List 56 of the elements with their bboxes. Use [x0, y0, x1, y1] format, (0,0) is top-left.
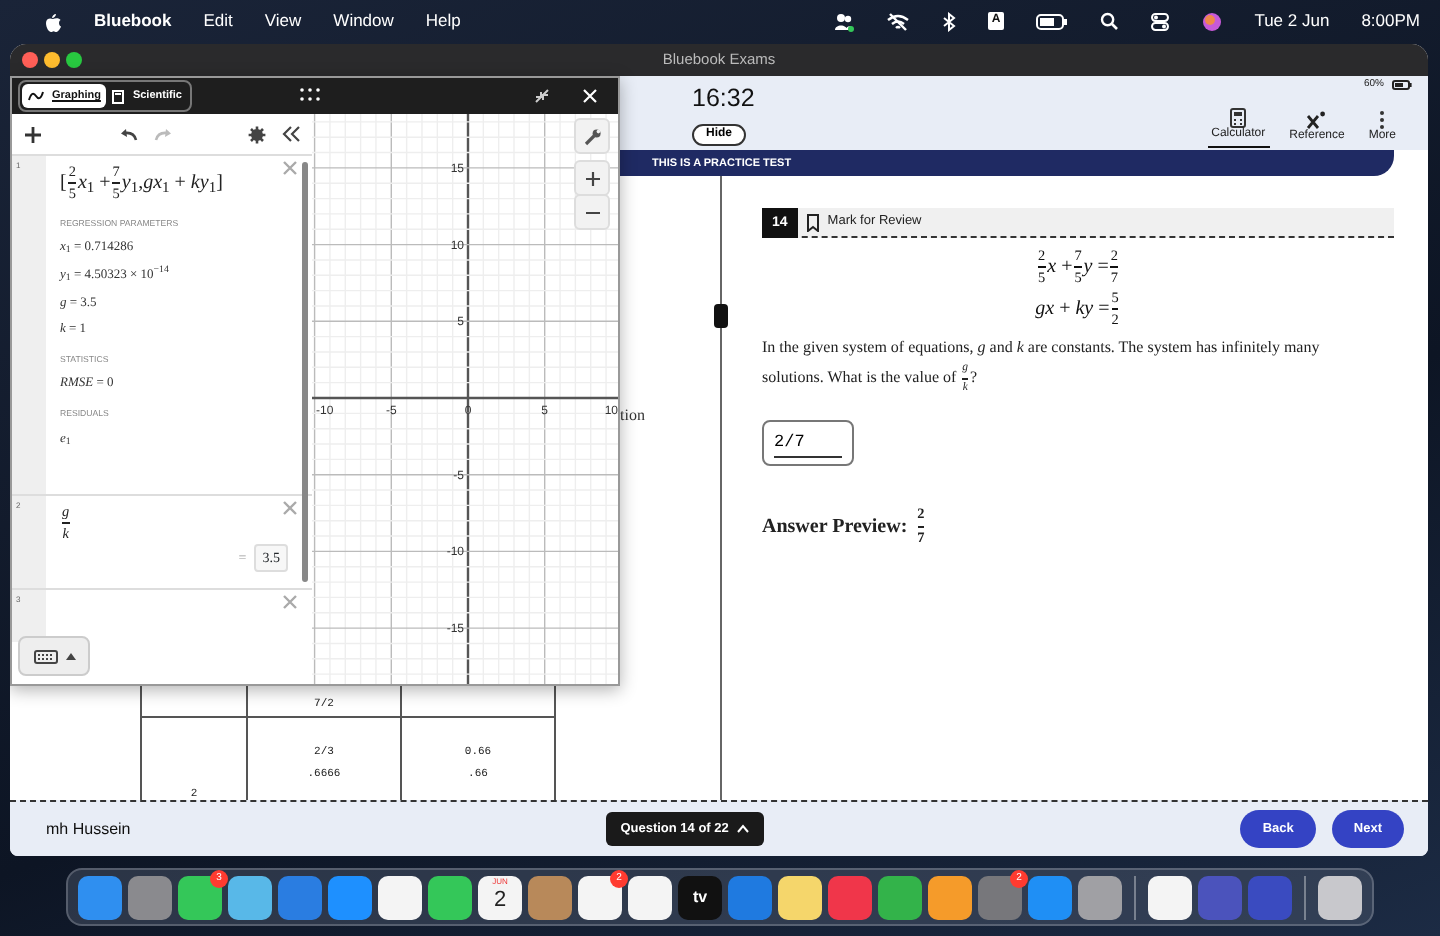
- timer: 16:32: [692, 81, 755, 116]
- zoom-out-button[interactable]: [574, 194, 610, 230]
- menu-bar-clock[interactable]: 8:00PM: [1361, 8, 1420, 34]
- student-name: mh Hussein: [46, 817, 131, 841]
- caret-icon: [65, 652, 75, 660]
- minimize-window-button[interactable]: [44, 52, 60, 68]
- app-icon[interactable]: [228, 875, 272, 919]
- app-icon[interactable]: [928, 875, 972, 919]
- app-icon[interactable]: [378, 875, 422, 919]
- battery-icon[interactable]: [1036, 13, 1069, 29]
- menu-item[interactable]: Window: [333, 8, 394, 34]
- app-icon[interactable]: [428, 875, 472, 919]
- collapse-list-icon[interactable]: [282, 126, 300, 142]
- menu-item[interactable]: Help: [425, 8, 461, 34]
- answer-preview-label: Answer Preview:: [762, 513, 908, 542]
- siri-icon[interactable]: [1202, 11, 1223, 31]
- app-icon[interactable]: [1148, 875, 1192, 919]
- wrench-icon: [583, 127, 601, 145]
- collapse-icon[interactable]: [534, 88, 550, 104]
- undo-icon[interactable]: [119, 127, 137, 141]
- drag-handle-icon[interactable]: [300, 88, 320, 102]
- keyboard-icon: [33, 649, 57, 663]
- people-icon[interactable]: [833, 11, 854, 31]
- bluetooth-icon[interactable]: [941, 11, 956, 31]
- battery-icon: [1392, 79, 1412, 89]
- control-center-icon[interactable]: [1150, 11, 1171, 31]
- zoom-window-button[interactable]: [66, 52, 82, 68]
- close-window-button[interactable]: [22, 52, 38, 68]
- bookmark-icon: [805, 213, 820, 231]
- search-icon[interactable]: [1100, 12, 1119, 30]
- resize-handle[interactable]: [714, 304, 728, 328]
- answer-field[interactable]: 2/7: [762, 420, 854, 467]
- add-icon[interactable]: [24, 125, 42, 143]
- wifi-off-icon[interactable]: [885, 11, 910, 31]
- passage-text: tion: [620, 404, 645, 428]
- app-icon[interactable]: tv: [678, 875, 722, 919]
- plus-icon: [585, 171, 599, 185]
- close-icon[interactable]: [582, 88, 598, 104]
- app-icon[interactable]: [778, 875, 822, 919]
- settings-icon[interactable]: [248, 125, 266, 143]
- graph-settings-button[interactable]: [574, 118, 610, 154]
- apple-logo-icon[interactable]: [44, 11, 62, 31]
- app-icon[interactable]: [628, 875, 672, 919]
- menu-item[interactable]: Edit: [203, 8, 233, 34]
- app-menu[interactable]: Bluebook: [94, 8, 172, 34]
- scrollbar[interactable]: [302, 162, 308, 582]
- calculator-icon: [112, 89, 125, 103]
- menu-item[interactable]: View: [264, 8, 302, 34]
- caret-icon: [736, 824, 751, 834]
- app-icon[interactable]: [1318, 875, 1362, 919]
- formula-icon: [1306, 109, 1327, 130]
- menu-bar-date[interactable]: Tue 2 Jun: [1254, 8, 1330, 34]
- zoom-in-button[interactable]: [574, 160, 610, 196]
- calculator-icon: [1228, 107, 1249, 128]
- keyboard-button[interactable]: [18, 636, 90, 676]
- graph-line-icon: [28, 90, 44, 102]
